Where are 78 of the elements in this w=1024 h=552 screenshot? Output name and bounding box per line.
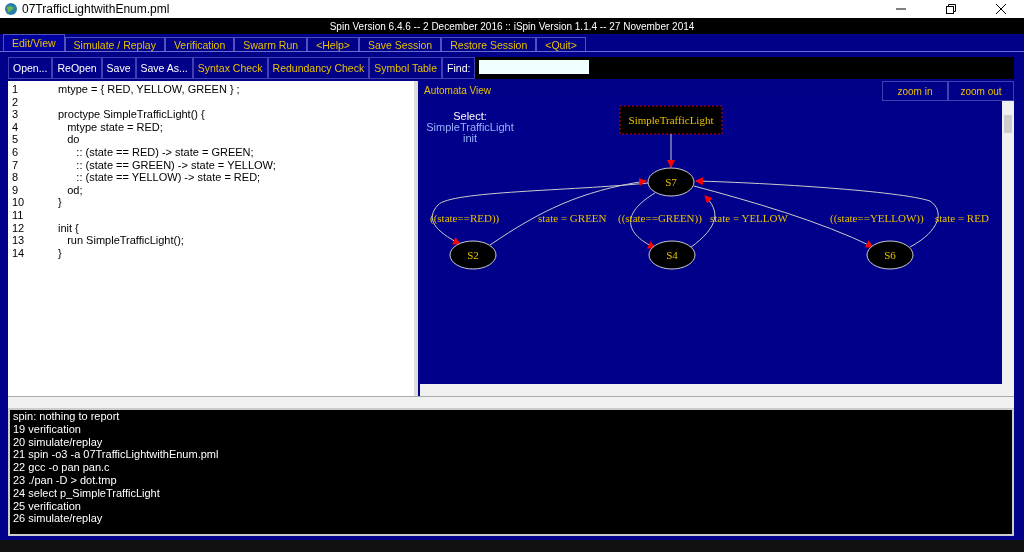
tab[interactable]: Simulate / Replay — [64, 37, 165, 51]
zoom-button[interactable]: zoom in — [882, 81, 948, 101]
code-line: mtype state = RED; — [66, 120, 163, 134]
version-text: Spin Version 6.4.6 -- 2 December 2016 :: iSpin Version 1.1.4 -- 27 November 2014 — [329, 20, 695, 32]
close-icon — [996, 4, 1006, 14]
code-line: init { — [58, 221, 79, 235]
code-line: proctype SimpleTrafficLight() { — [58, 108, 205, 121]
code-line: } — [58, 196, 62, 209]
line-number: 8 — [12, 171, 20, 184]
line-number: 13 — [12, 234, 26, 247]
tab[interactable]: Save Session — [359, 37, 442, 51]
line-number: 4 — [12, 120, 20, 134]
line-number: 11 — [12, 208, 25, 222]
edge-label: ((state==GREEN)) — [618, 212, 702, 224]
line-number: 12 — [12, 221, 26, 235]
code-line: od; — [66, 183, 83, 197]
zoom-button[interactable]: zoom out — [948, 81, 1014, 101]
tab[interactable]: Restore Session — [441, 37, 537, 51]
app-globe-icon — [4, 2, 18, 16]
code-line: :: (state == RED) -> state = GREEN; — [75, 145, 254, 159]
code-line: :: (state == YELLOW) -> state = RED; — [75, 171, 261, 184]
toolbar-button[interactable]: ReOpen — [52, 57, 102, 79]
state-node[interactable]: S6 — [866, 240, 914, 270]
console-line: 21 spin -o3 -a 07TrafficLightwithEnum.pml — [13, 448, 220, 462]
line-number: 10 — [12, 196, 26, 209]
edge-label: state = GREEN — [538, 212, 607, 224]
state-node[interactable]: S2 — [449, 240, 497, 270]
edge-arrow — [667, 133, 675, 168]
process-link[interactable]: SimpleTrafficLight — [426, 122, 514, 133]
console-line: spin: nothing to report — [13, 410, 121, 423]
code-line: run SimpleTrafficLight(); — [66, 234, 184, 247]
line-number: 5 — [12, 133, 20, 146]
find-label: Find: — [442, 57, 476, 79]
window-title: 07TrafficLightwithEnum.pml — [22, 2, 171, 16]
toolbar-button[interactable]: Syntax Check — [192, 57, 268, 79]
code-line: mtype = { RED, YELLOW, GREEN } ; — [58, 83, 240, 96]
state-node[interactable]: S4 — [648, 240, 696, 270]
code-line: :: (state == GREEN) -> state = YELLOW; — [75, 158, 276, 172]
code-editor[interactable] — [8, 81, 418, 396]
console-line: 23 ./pan -D > dot.tmp — [13, 474, 118, 487]
toolbar-button[interactable]: Symbol Table — [369, 57, 443, 79]
line-number: 7 — [12, 158, 20, 172]
edge-label: state = RED — [935, 212, 989, 224]
panel-title: Automata View — [423, 84, 493, 98]
tab[interactable]: Edit/View — [3, 34, 65, 51]
state-node[interactable]: S7 — [647, 167, 695, 197]
code-line: } — [58, 246, 62, 260]
console-line: 22 gcc -o pan pan.c — [13, 461, 111, 474]
toolbar-button[interactable]: Save — [101, 57, 136, 79]
edge-label: ((state==RED)) — [430, 212, 500, 224]
console-line: 20 simulate/replay — [13, 435, 104, 449]
tab[interactable]: Swarm Run — [234, 37, 308, 51]
select-label: Select: — [453, 111, 487, 122]
edge-label: ((state==YELLOW)) — [830, 212, 924, 224]
tab[interactable]: Verification — [164, 37, 235, 51]
tab[interactable]: <Quit> — [536, 37, 586, 51]
line-number: 2 — [12, 95, 20, 109]
splitter[interactable] — [8, 396, 1014, 408]
process-link[interactable]: init — [462, 133, 478, 144]
console-line: 24 select p_SimpleTrafficLight — [13, 486, 161, 500]
toolbar-button[interactable]: Redundancy Check — [267, 57, 370, 79]
console-line: 19 verification — [13, 422, 82, 436]
line-number: 6 — [12, 145, 20, 159]
line-number: 1 — [12, 83, 20, 96]
console-line: 26 simulate/replay — [13, 512, 104, 526]
code-line: do — [66, 133, 80, 146]
line-number: 14 — [12, 246, 26, 260]
tab[interactable]: <Help> — [307, 37, 359, 51]
process-node[interactable]: SimpleTrafficLight — [619, 105, 723, 135]
restore-icon — [946, 4, 956, 14]
edge-label: state = YELLOW — [710, 212, 788, 224]
console-line: 25 verification — [13, 499, 82, 513]
line-number: 3 — [12, 108, 20, 121]
find-field[interactable] — [479, 60, 590, 74]
toolbar-button[interactable]: Save As... — [135, 57, 193, 79]
toolbar-button[interactable]: Open... — [8, 57, 53, 79]
line-number: 9 — [12, 183, 20, 197]
scrollbar-thumb[interactable] — [1004, 115, 1012, 133]
